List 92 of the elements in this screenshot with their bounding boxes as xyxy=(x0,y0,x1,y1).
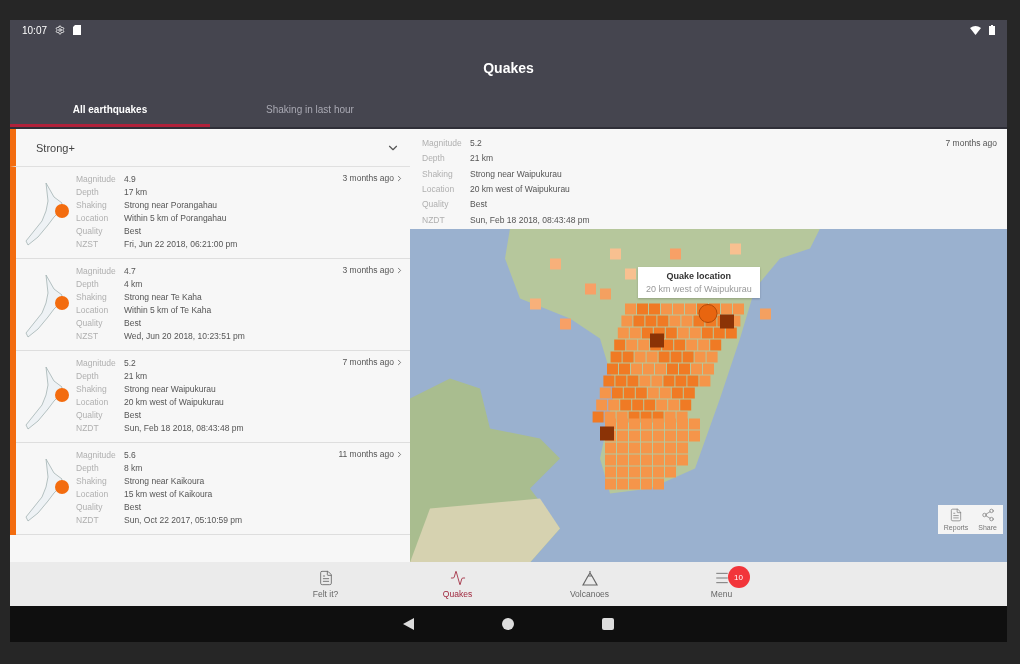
document-icon xyxy=(949,508,964,522)
field-label: Magnitude xyxy=(76,357,117,370)
callout-subtitle: 20 km west of Waipukurau xyxy=(646,284,752,294)
document-icon xyxy=(317,569,334,586)
field-value: 17 km xyxy=(124,186,149,199)
tab[interactable]: Shaking in last hour xyxy=(210,95,410,127)
chevron-right-icon xyxy=(395,265,404,275)
field-value: Within 5 km of Porangahau xyxy=(124,212,228,225)
field-label: NZST xyxy=(76,330,100,343)
field-label: Location xyxy=(76,488,110,501)
back-icon[interactable] xyxy=(403,618,414,630)
nav-tab[interactable]: Menu 10 xyxy=(655,562,788,606)
notification-badge: 10 xyxy=(727,566,750,588)
quake-age-link[interactable]: 7 months ago xyxy=(342,357,404,367)
sd-card-icon xyxy=(73,25,82,35)
filter-dropdown[interactable]: Strong+ xyxy=(10,129,410,167)
field-label: Location xyxy=(422,183,456,196)
field-value: Strong near Waipukurau xyxy=(470,167,563,181)
field-label: NZDT xyxy=(76,422,100,435)
field-value: Strong near Waipukurau xyxy=(124,383,217,396)
field-label: NZDT xyxy=(422,213,446,227)
field-label: Quality xyxy=(76,225,104,238)
field-value: 21 km xyxy=(124,370,149,383)
share-icon xyxy=(980,508,995,522)
field-label: Quality xyxy=(76,409,104,422)
volcano-icon xyxy=(580,569,599,586)
field-label: Shaking xyxy=(76,199,108,212)
field-value: Strong near Porangahau xyxy=(124,199,219,212)
quake-age: 7 months ago xyxy=(945,137,997,150)
chevron-right-icon xyxy=(395,449,404,459)
field-value: Sun, Feb 18 2018, 08:43:48 pm xyxy=(470,213,591,227)
field-label: Magnitude xyxy=(76,173,117,186)
chevron-right-icon xyxy=(395,357,404,367)
field-value: 5.6 xyxy=(124,449,137,462)
quake-age-link[interactable]: 11 months ago xyxy=(338,449,404,459)
field-value: 4.7 xyxy=(124,265,137,278)
field-label: Depth xyxy=(76,462,100,475)
field-label: Magnitude xyxy=(422,137,463,150)
field-label: Depth xyxy=(422,152,446,166)
field-label: Shaking xyxy=(76,291,108,304)
field-label: Quality xyxy=(422,198,450,212)
app-title: Quakes xyxy=(483,59,534,76)
field-value: 5.2 xyxy=(124,357,137,370)
home-icon[interactable] xyxy=(502,618,514,630)
field-label: Location xyxy=(76,304,110,317)
field-label: NZDT xyxy=(76,514,100,527)
field-value: 8 km xyxy=(124,462,144,475)
field-label: NZST xyxy=(76,238,100,251)
field-value: 21 km xyxy=(470,152,495,166)
field-label: Magnitude xyxy=(76,449,117,462)
seismograph-icon xyxy=(449,569,466,586)
field-label: Location xyxy=(76,212,110,225)
field-label: Shaking xyxy=(76,383,108,396)
field-label: Depth xyxy=(76,370,100,383)
nav-tab[interactable]: Felt it? xyxy=(259,562,392,606)
field-value: Best xyxy=(124,317,142,330)
field-value: Wed, Jun 20 2018, 10:23:51 pm xyxy=(124,330,246,343)
field-value: Sun, Oct 22 2017, 05:10:59 pm xyxy=(124,514,244,527)
quake-age-link[interactable]: 3 months ago xyxy=(342,265,404,275)
field-value: 20 km west of Waipukurau xyxy=(470,183,571,196)
field-value: 20 km west of Waipukurau xyxy=(124,396,225,409)
field-label: Shaking xyxy=(422,167,454,181)
field-value: Sun, Feb 18 2018, 08:43:48 pm xyxy=(124,422,245,435)
nav-tab[interactable]: Volcanoes xyxy=(523,562,656,606)
field-value: 15 km west of Kaikoura xyxy=(124,488,214,501)
recents-icon[interactable] xyxy=(602,618,614,630)
wifi-icon xyxy=(970,25,981,35)
field-value: Best xyxy=(470,198,488,212)
field-value: Fri, Jun 22 2018, 06:21:00 pm xyxy=(124,238,239,251)
field-value: Strong near Te Kaha xyxy=(124,291,203,304)
chevron-right-icon xyxy=(395,173,404,183)
field-value: Strong near Kaikoura xyxy=(124,475,206,488)
field-label: Magnitude xyxy=(76,265,117,278)
field-label: Shaking xyxy=(76,475,108,488)
settings-icon xyxy=(55,25,66,35)
field-value: 4.9 xyxy=(124,173,137,186)
field-value: Best xyxy=(124,225,142,238)
battery-icon xyxy=(989,25,995,35)
field-value: 4 km xyxy=(124,278,144,291)
nav-tab[interactable]: Quakes xyxy=(391,562,524,606)
field-label: Location xyxy=(76,396,110,409)
field-value: Within 5 km of Te Kaha xyxy=(124,304,213,317)
quake-age-link[interactable]: 3 months ago xyxy=(342,173,404,183)
callout-title: Quake location xyxy=(665,271,733,281)
field-label: Quality xyxy=(76,501,104,514)
field-label: Depth xyxy=(76,278,100,291)
field-value: Best xyxy=(124,501,142,514)
field-label: Quality xyxy=(76,317,104,330)
field-value: Best xyxy=(124,409,142,422)
field-label: Depth xyxy=(76,186,100,199)
field-value: 5.2 xyxy=(470,137,483,150)
status-time: 10:07 xyxy=(22,24,48,36)
